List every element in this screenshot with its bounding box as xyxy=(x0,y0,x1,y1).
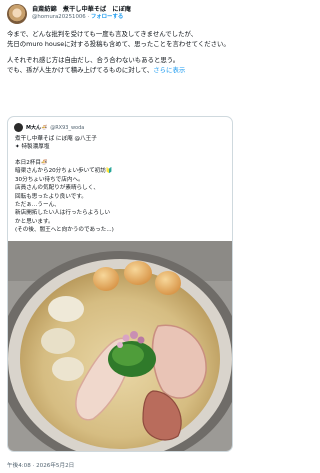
author-handle[interactable]: @homura20251006 xyxy=(32,14,86,20)
author-info: 自斎紡錦 煮干し中華そば にぼ庵 @homura20251006 · フォローす… xyxy=(32,6,131,21)
quoted-post-text: 本日2杯目🍜 暗渠さんから20分ちょい歩いて初訪🔰 30分ちょい待ちで店内へ。 … xyxy=(15,160,114,234)
post-body: 今まで、どんな批判を受けても一度も言及してきませんでしたが、 先日のmuro h… xyxy=(7,30,233,75)
post-paragraph-2: 人それぞれ感じ方は自由だし、合う合わないもあると思う。 でも、孫が人生かけて積み… xyxy=(7,56,233,75)
post-paragraph-1: 今まで、どんな批判を受けても一度も言及してきませんでしたが、 先日のmuro h… xyxy=(7,30,230,48)
author-handle-row: @homura20251006 · フォローする xyxy=(32,14,131,21)
quoted-shop-info: 煮干し中華そば にぼ庵 @八王子 ✦ 特製濃厚塩 xyxy=(15,136,97,151)
quoted-post[interactable]: M大ん🍜 @RX93_woda 煮干し中華そば にぼ庵 @八王子 ✦ 特製濃厚塩… xyxy=(7,116,233,452)
quoted-author-avatar xyxy=(14,123,23,132)
quoted-author-name: M大ん🍜 xyxy=(26,125,48,131)
post-timestamp[interactable]: 午後4:08 · 2026年5月2日 xyxy=(7,461,74,469)
author-avatar[interactable] xyxy=(7,4,27,24)
post-header: 自斎紡錦 煮干し中華そば にぼ庵 @homura20251006 · フォローす… xyxy=(7,3,233,25)
quoted-post-header: M大ん🍜 @RX93_woda xyxy=(14,123,84,132)
show-more-link[interactable]: さらに表示 xyxy=(153,66,185,74)
author-display-name[interactable]: 自斎紡錦 煮干し中華そば にぼ庵 xyxy=(32,6,131,14)
quoted-author-handle: @RX93_woda xyxy=(50,124,85,131)
ramen-photo[interactable] xyxy=(8,241,232,452)
follow-button[interactable]: フォローする xyxy=(91,14,123,20)
